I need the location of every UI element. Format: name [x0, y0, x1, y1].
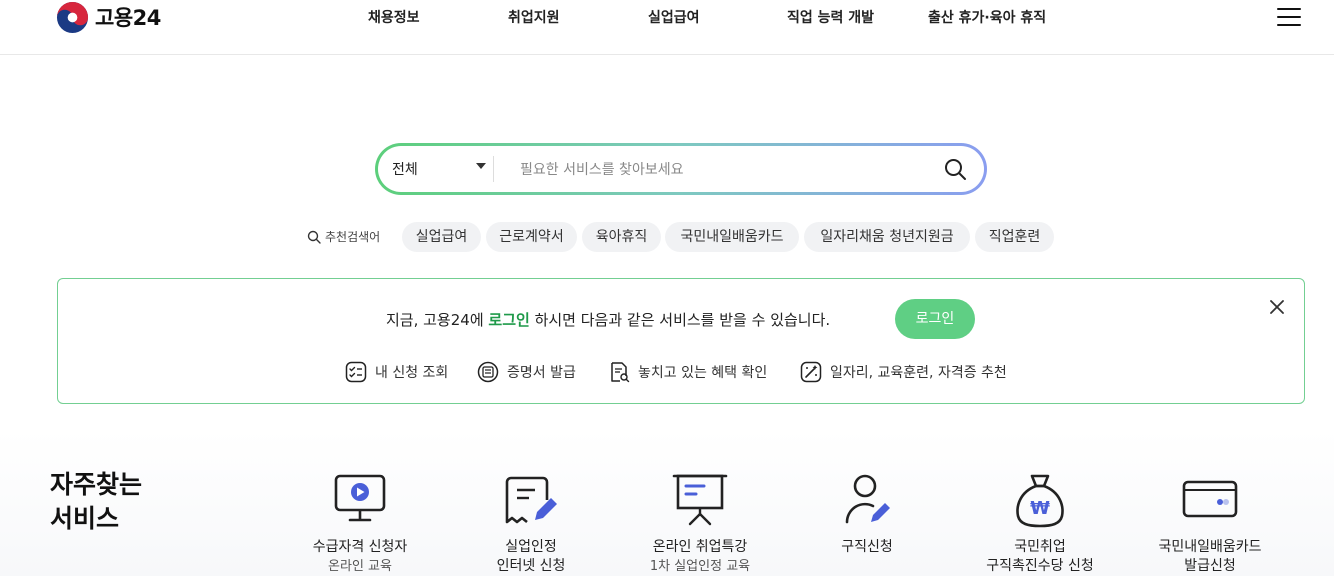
keyword-chip[interactable]: 육아휴직 [582, 222, 661, 252]
keyword-chip[interactable]: 근로계약서 [486, 222, 577, 252]
service-missed-benefits[interactable]: 놓치고 있는 혜택 확인 [608, 361, 767, 383]
login-promo-message: 지금, 고용24에 로그인 하시면 다음과 같은 서비스를 받을 수 있습니다. [386, 309, 830, 330]
login-msg-before: 지금, 고용24에 [386, 311, 489, 329]
quick-service-sublabel: 구직촉진수당 신청 [986, 558, 1094, 574]
money-bag-icon: ₩ [1016, 474, 1064, 528]
service-certificate[interactable]: 증명서 발급 [477, 361, 576, 383]
keyword-chip[interactable]: 국민내일배움카드 [665, 222, 799, 252]
quick-service-label: 구직신청 [841, 539, 893, 555]
magic-wand-icon [800, 361, 822, 383]
quick-service-label: 수급자격 신청자 [312, 539, 408, 555]
keyword-chip[interactable]: 직업훈련 [975, 222, 1054, 252]
search-bar: 전체 [375, 143, 987, 195]
presentation-board-icon [672, 474, 728, 526]
service-label: 증명서 발급 [507, 365, 576, 381]
checklist-icon [345, 361, 367, 383]
search-divider [493, 156, 494, 182]
quick-service-label: 온라인 취업특강 [652, 539, 748, 555]
nav-employment-support[interactable]: 취업지원 [508, 7, 560, 27]
frequent-services-title: 자주찾는 서비스 [50, 468, 190, 536]
frequent-services-section: 자주찾는 서비스 수급자격 신청자 온라인 교육 실업인정 인터넷 신청 온라인… [0, 430, 1334, 576]
keyword-chip[interactable]: 일자리채움 청년지원금 [804, 222, 970, 252]
monitor-play-icon [334, 474, 386, 522]
search-small-icon [307, 230, 321, 244]
quick-service-sublabel: 인터넷 신청 [496, 558, 566, 574]
caret-down-icon[interactable] [476, 163, 486, 169]
quick-service-sublabel: 1차 실업인정 교육 [649, 559, 751, 574]
service-recommendations[interactable]: 일자리, 교육훈련, 자격증 추천 [800, 361, 1007, 383]
card-icon [1182, 480, 1238, 518]
person-pen-icon [845, 474, 890, 524]
taegeuk-logo-icon [56, 1, 89, 33]
hamburger-menu-icon[interactable] [1277, 8, 1301, 28]
keyword-chip[interactable]: 실업급여 [402, 222, 481, 252]
logo-text: 고용24 [95, 6, 161, 30]
document-search-icon [611, 362, 630, 383]
quick-service-job-application[interactable]: 구직신청 [777, 470, 957, 557]
quick-service-online-lecture[interactable]: 온라인 취업특강 1차 실업인정 교육 [610, 470, 790, 576]
quick-service-label: 국민취업 [1014, 539, 1066, 555]
close-icon[interactable] [1266, 296, 1288, 318]
nav-unemployment-benefit[interactable]: 실업급여 [648, 7, 700, 27]
quick-service-job-seeking-allowance[interactable]: ₩ 국민취업 구직촉진수당 신청 [950, 470, 1130, 576]
service-label: 일자리, 교육훈련, 자격증 추천 [830, 365, 1007, 381]
service-label: 놓치고 있는 혜택 확인 [638, 365, 768, 381]
recommended-keywords-label: 추천검색어 [307, 228, 380, 245]
quick-service-online-education[interactable]: 수급자격 신청자 온라인 교육 [270, 470, 450, 576]
search-input[interactable] [518, 157, 922, 183]
quick-service-label: 실업인정 [505, 539, 557, 555]
search-bar-inner: 전체 [378, 146, 984, 192]
nav-job-info[interactable]: 채용정보 [368, 7, 420, 27]
site-header: 고용24 채용정보 취업지원 실업급여 직업 능력 개발 출산 휴가·육아 휴직 [0, 0, 1334, 55]
nav-vocational-training[interactable]: 직업 능력 개발 [787, 7, 874, 27]
title-line: 자주찾는 [50, 470, 143, 499]
login-msg-highlight: 로그인 [488, 311, 530, 329]
login-button[interactable]: 로그인 [895, 299, 975, 339]
quick-service-label: 국민내일배움카드 [1158, 539, 1262, 555]
title-line: 서비스 [50, 504, 120, 533]
svg-text:₩: ₩ [1030, 498, 1050, 519]
search-scope-select[interactable]: 전체 [392, 159, 418, 179]
login-promo-panel: 지금, 고용24에 로그인 하시면 다음과 같은 서비스를 받을 수 있습니다.… [57, 278, 1305, 404]
nav-maternity-childcare-leave[interactable]: 출산 휴가·육아 휴직 [928, 7, 1046, 27]
quick-service-learning-card[interactable]: 국민내일배움카드 발급신청 [1120, 470, 1300, 576]
quick-service-unemployment-recognition[interactable]: 실업인정 인터넷 신청 [441, 470, 621, 576]
document-pen-icon [505, 476, 557, 524]
certificate-icon [477, 361, 499, 383]
site-logo[interactable]: 고용24 [56, 0, 161, 34]
service-label: 내 신청 조회 [375, 365, 449, 381]
quick-service-sublabel: 발급신청 [1184, 558, 1236, 574]
recommended-label-text: 추천검색어 [325, 230, 381, 244]
search-icon[interactable] [943, 157, 967, 181]
service-my-applications[interactable]: 내 신청 조회 [345, 361, 448, 383]
quick-service-sublabel: 온라인 교육 [328, 559, 392, 574]
login-msg-after: 하시면 다음과 같은 서비스를 받을 수 있습니다. [529, 311, 831, 329]
